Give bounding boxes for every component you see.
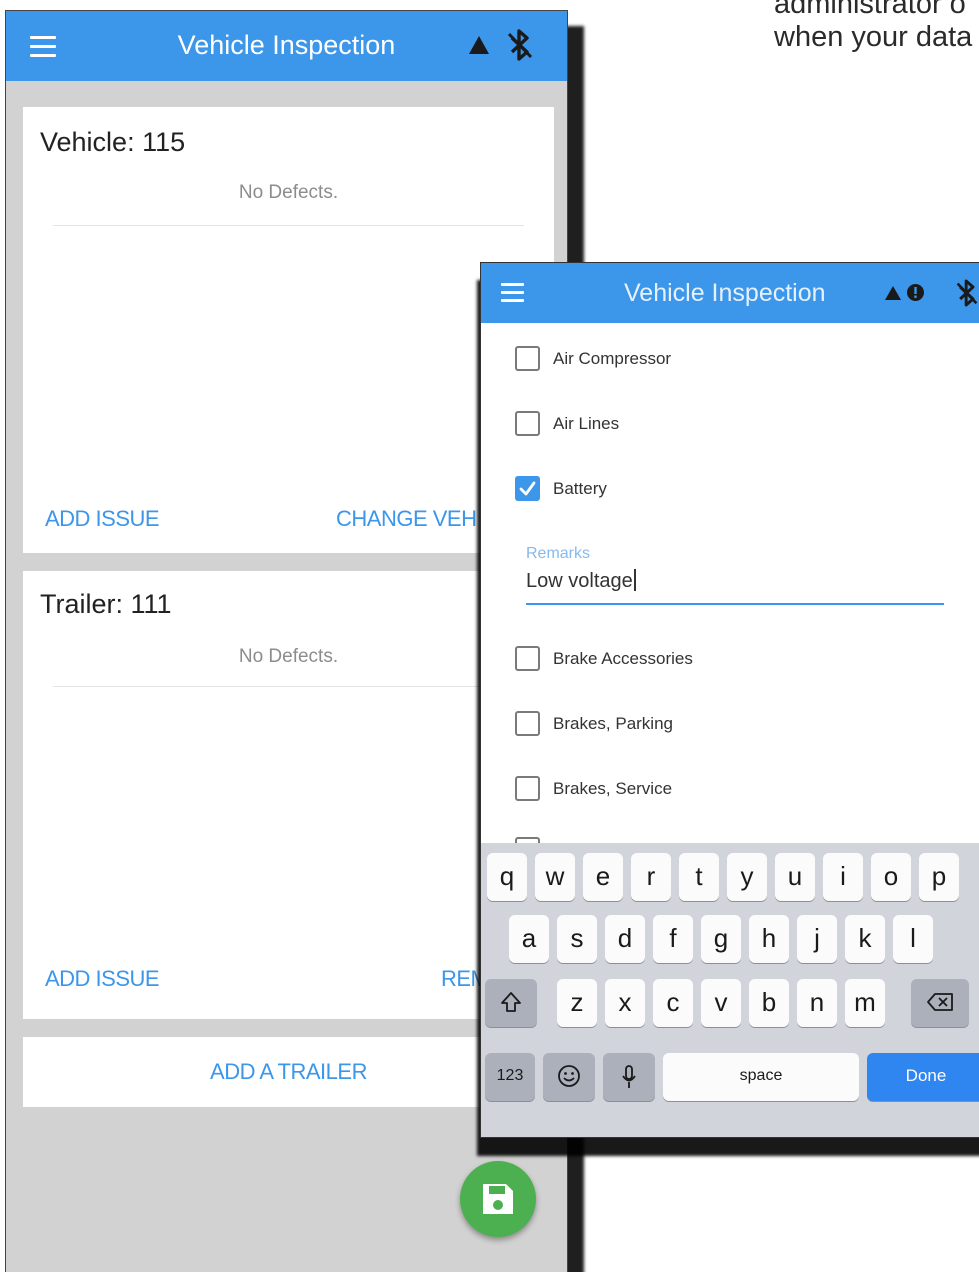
microphone-icon	[622, 1065, 636, 1088]
key-z[interactable]: z	[557, 979, 597, 1027]
key-y[interactable]: y	[727, 853, 767, 901]
vehicle-card: Vehicle: 115 No Defects. ADD ISSUE CHANG…	[23, 107, 554, 553]
checklist-label: Brakes, Service	[553, 779, 673, 798]
key-c[interactable]: c	[653, 979, 693, 1027]
key-h[interactable]: h	[749, 915, 789, 963]
checklist-label: Air Lines	[553, 414, 620, 433]
key-m[interactable]: m	[845, 979, 885, 1027]
add-issue-button[interactable]: ADD ISSUE	[45, 966, 160, 992]
key-s[interactable]: s	[557, 915, 597, 963]
checkbox-brakes-service[interactable]	[515, 776, 540, 801]
shift-key[interactable]	[485, 979, 537, 1027]
warning-icon[interactable]	[884, 285, 902, 301]
key-b[interactable]: b	[749, 979, 789, 1027]
done-key[interactable]: Done	[867, 1053, 979, 1101]
key-u[interactable]: u	[775, 853, 815, 901]
divider	[53, 225, 524, 226]
key-v[interactable]: v	[701, 979, 741, 1027]
checklist-label: Battery	[553, 479, 607, 498]
remarks-label: Remarks	[526, 545, 591, 562]
menu-icon[interactable]	[501, 283, 524, 304]
backspace-icon	[927, 993, 953, 1011]
checklist-label: Brake Accessories	[553, 649, 693, 668]
key-q[interactable]: q	[487, 853, 527, 901]
add-trailer-card[interactable]: ADD A TRAILER	[23, 1037, 554, 1107]
key-i[interactable]: i	[823, 853, 863, 901]
backspace-key[interactable]	[911, 979, 969, 1027]
key-t[interactable]: t	[679, 853, 719, 901]
checklist-label: Brakes, Parking	[553, 714, 673, 733]
key-p[interactable]: p	[919, 853, 959, 901]
bluetooth-off-icon[interactable]	[955, 279, 979, 307]
remarks-input[interactable]: Low voltage	[526, 569, 636, 593]
add-trailer-button[interactable]: ADD A TRAILER	[23, 1059, 554, 1085]
numbers-key[interactable]: 123	[485, 1053, 535, 1101]
space-key[interactable]: space	[663, 1053, 859, 1101]
key-d[interactable]: d	[605, 915, 645, 963]
warning-icon[interactable]	[468, 35, 490, 55]
remarks-underline	[526, 603, 944, 605]
checkbox-brakes-parking[interactable]	[515, 711, 540, 736]
key-g[interactable]: g	[701, 915, 741, 963]
key-n[interactable]: n	[797, 979, 837, 1027]
save-button[interactable]	[460, 1161, 536, 1237]
on-screen-keyboard: q w e r t y u i o p a s d f g h j k l z …	[481, 843, 979, 1137]
emoji-icon	[558, 1065, 580, 1087]
key-r[interactable]: r	[631, 853, 671, 901]
key-a[interactable]: a	[509, 915, 549, 963]
bluetooth-off-icon[interactable]	[506, 29, 534, 61]
vehicle-title: Vehicle: 115	[40, 127, 186, 157]
caption-line-2: when your data	[774, 21, 973, 53]
trailer-defects-status: No Defects.	[238, 646, 339, 667]
microphone-key[interactable]	[603, 1053, 655, 1101]
checkbox-air-compressor[interactable]	[515, 346, 540, 371]
key-l[interactable]: l	[893, 915, 933, 963]
key-o[interactable]: o	[871, 853, 911, 901]
save-icon	[483, 1184, 513, 1214]
shift-icon	[501, 992, 521, 1012]
key-k[interactable]: k	[845, 915, 885, 963]
info-icon[interactable]	[906, 283, 925, 302]
vehicle-defects-status: No Defects.	[238, 182, 339, 203]
emoji-key[interactable]	[543, 1053, 595, 1101]
checkmark-icon	[519, 481, 536, 496]
checkbox-battery[interactable]	[515, 476, 540, 501]
trailer-title: Trailer: 111	[40, 589, 172, 619]
app-bar: Vehicle Inspection	[6, 11, 567, 81]
app-bar: Vehicle Inspection	[481, 263, 979, 323]
key-j[interactable]: j	[797, 915, 837, 963]
trailer-card: Trailer: 111 No Defects. ADD ISSUE REM	[23, 571, 554, 1019]
text-caret	[633, 569, 636, 591]
checkbox-air-lines[interactable]	[515, 411, 540, 436]
caption-line-1: administrator o	[774, 0, 966, 20]
remarks-value: Low voltage	[526, 570, 633, 592]
page-title: Vehicle Inspection	[624, 279, 826, 307]
change-vehicle-button[interactable]: CHANGE VEH	[336, 506, 477, 532]
checklist-label: Air Compressor	[553, 349, 672, 368]
key-e[interactable]: e	[583, 853, 623, 901]
divider	[53, 686, 524, 687]
key-x[interactable]: x	[605, 979, 645, 1027]
key-w[interactable]: w	[535, 853, 575, 901]
inspection-checklist-screen: Vehicle Inspection Air Compressor Air Li…	[480, 262, 979, 1138]
key-f[interactable]: f	[653, 915, 693, 963]
checkbox-brake-accessories[interactable]	[515, 646, 540, 671]
add-issue-button[interactable]: ADD ISSUE	[45, 506, 160, 532]
